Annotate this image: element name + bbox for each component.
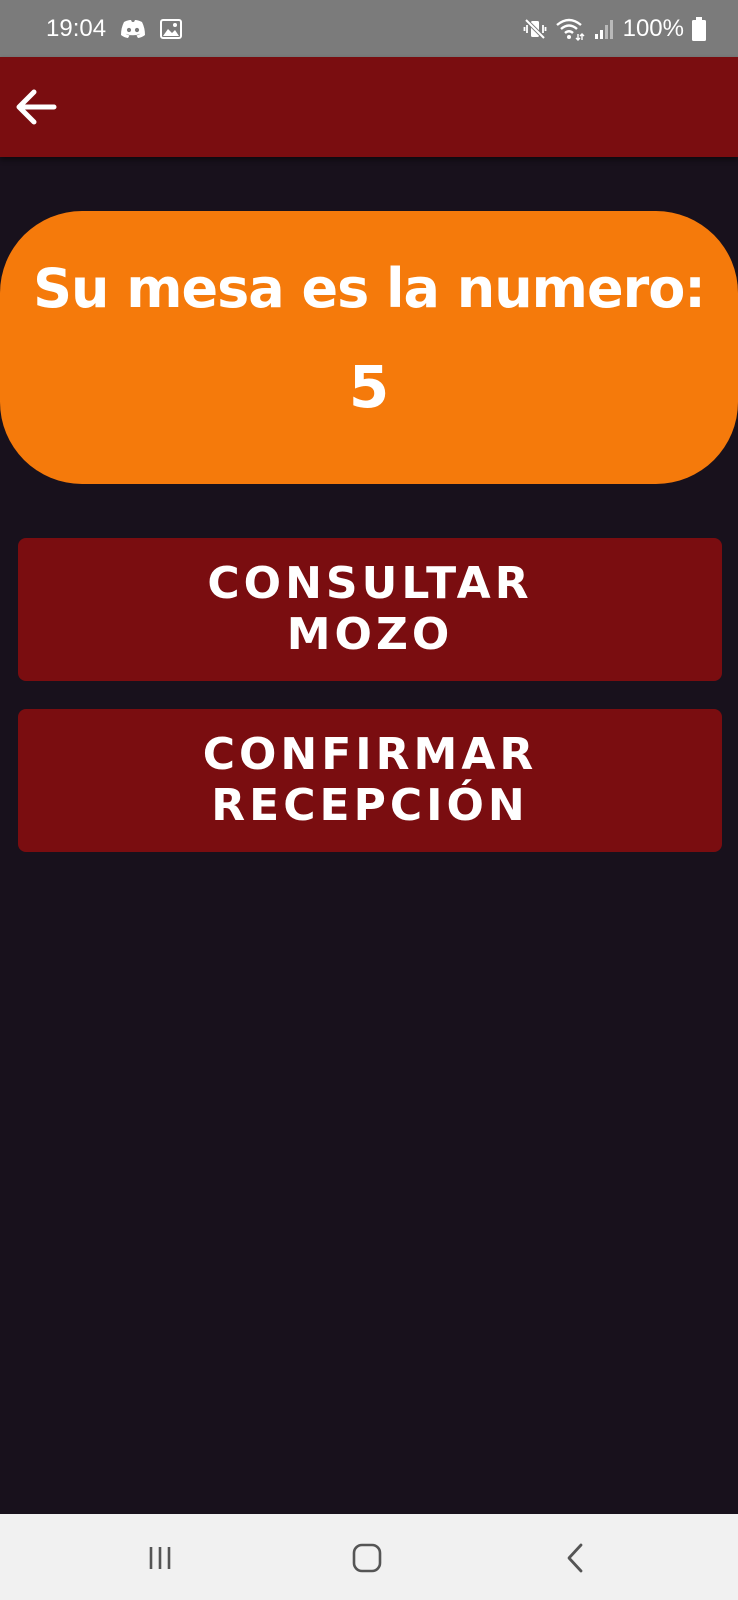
banner-title: Su mesa es la numero: [33, 256, 706, 320]
gallery-icon [160, 18, 183, 39]
nav-back-button[interactable] [545, 1528, 605, 1588]
vibrate-mute-icon [523, 17, 547, 41]
consultar-mozo-label: CONSULTAR MOZO [207, 557, 533, 660]
status-time: 19:04 [46, 14, 107, 42]
status-left: 19:04 [46, 14, 183, 43]
confirmar-recepcion-button[interactable]: CONFIRMAR RECEPCIÓN [18, 709, 722, 852]
consultar-mozo-button[interactable]: CONSULTAR MOZO [18, 538, 722, 681]
signal-icon [593, 18, 615, 40]
table-banner: Su mesa es la numero: 5 [0, 211, 738, 484]
table-number: 5 [348, 352, 390, 421]
recent-apps-button[interactable] [130, 1528, 190, 1588]
navigation-bar [0, 1514, 738, 1600]
home-icon [352, 1543, 382, 1573]
confirmar-recepcion-label: CONFIRMAR RECEPCIÓN [202, 728, 538, 831]
screen: 19:04 100% Su mesa es la numero: 5 CONSU… [0, 0, 738, 1600]
discord-icon [120, 19, 146, 39]
battery-icon [692, 16, 706, 41]
wifi-icon [555, 17, 585, 41]
status-right: 100% [523, 15, 706, 43]
home-button[interactable] [337, 1528, 397, 1588]
nav-back-icon [567, 1543, 583, 1573]
recent-apps-icon [149, 1547, 171, 1569]
back-button[interactable] [8, 79, 64, 135]
arrow-back-icon [16, 89, 57, 125]
battery-percent: 100% [622, 14, 684, 42]
app-bar [0, 57, 738, 157]
status-bar: 19:04 100% [0, 0, 738, 57]
